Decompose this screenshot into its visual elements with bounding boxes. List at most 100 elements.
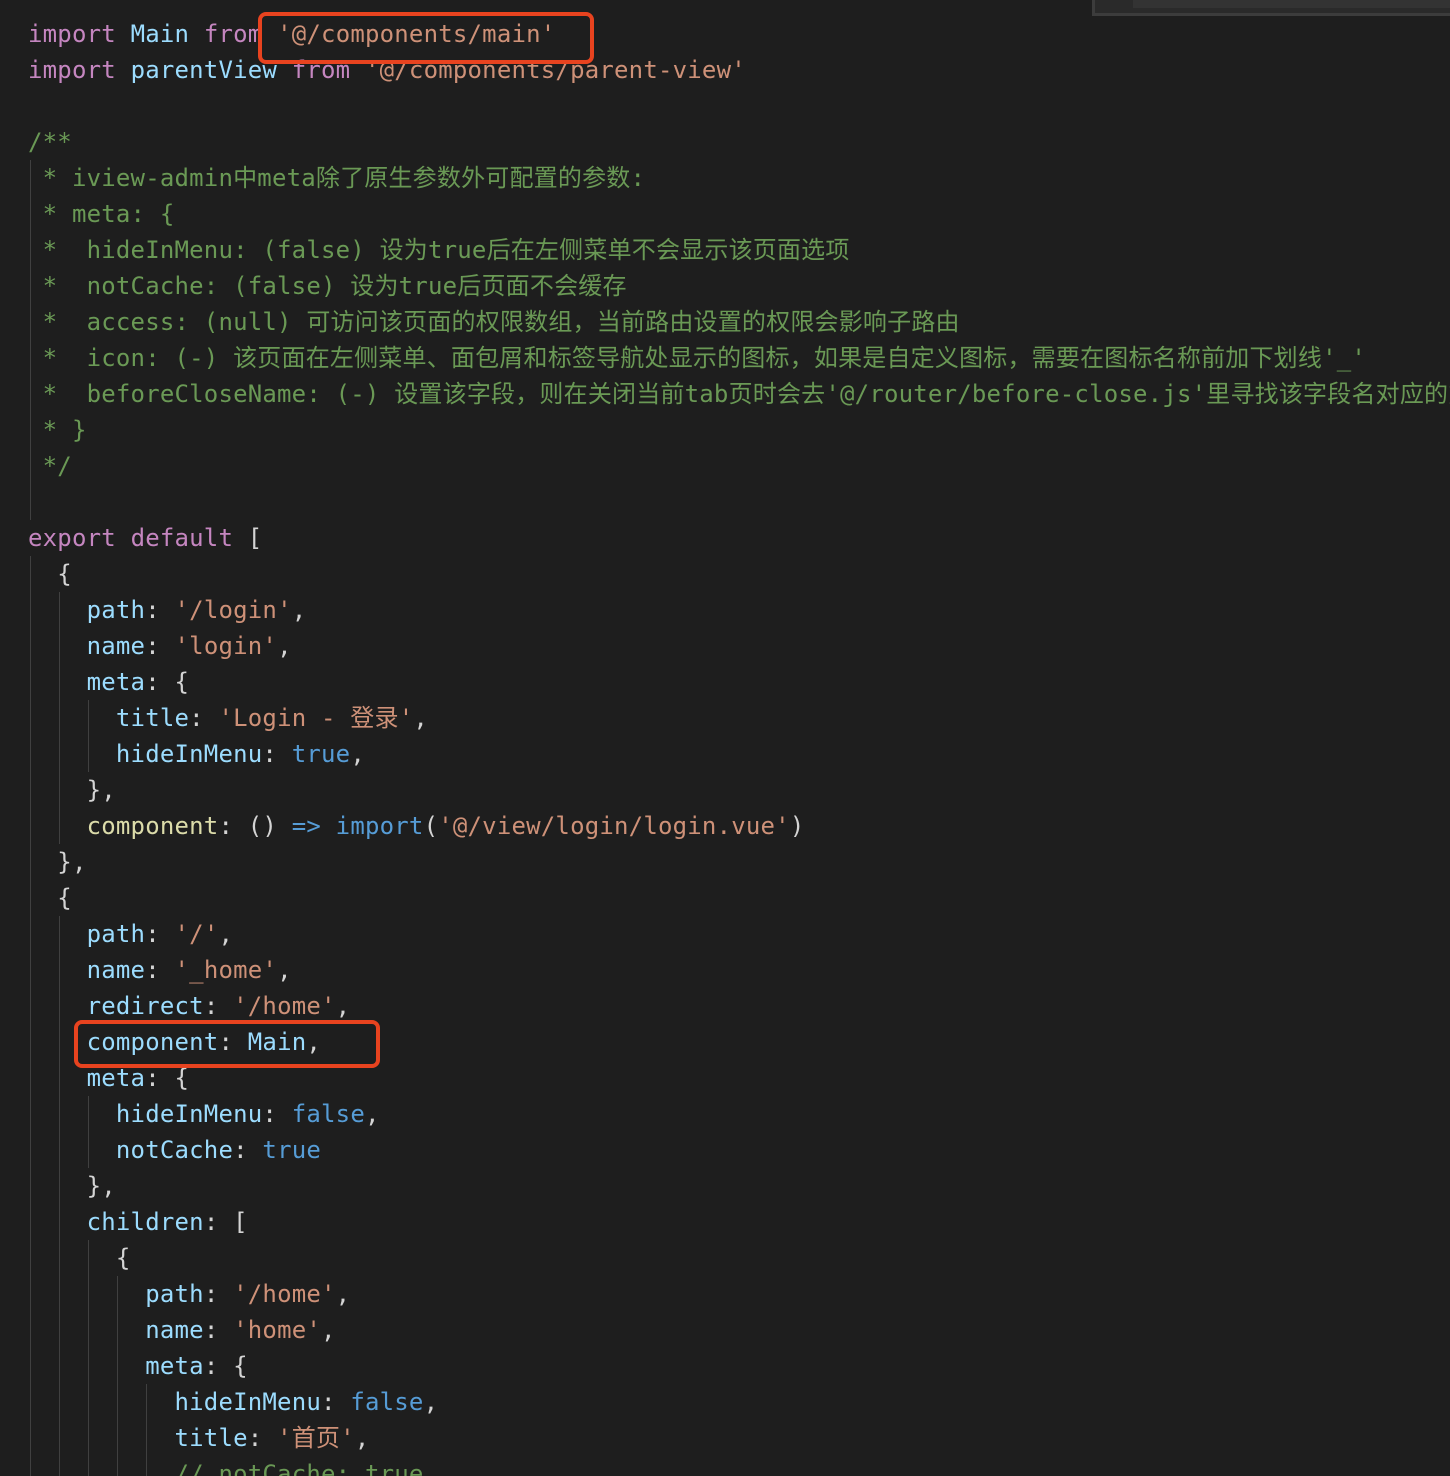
- indent-guide: [30, 268, 31, 304]
- code-line[interactable]: title: '首页',: [0, 1420, 1450, 1456]
- code-line[interactable]: * access: (null) 可访问该页面的权限数组，当前路由设置的权限会影…: [0, 304, 1450, 340]
- code-line[interactable]: component: Main,: [0, 1024, 1450, 1060]
- code-token-plain: ): [789, 812, 805, 840]
- code-line[interactable]: import Main from '@/components/main': [0, 16, 1450, 52]
- code-line[interactable]: {: [0, 880, 1450, 916]
- code-token-plain: {: [28, 560, 72, 588]
- code-token-prop: name: [86, 632, 146, 660]
- code-line[interactable]: component: () => import('@/view/login/lo…: [0, 808, 1450, 844]
- code-token-plain: ,: [277, 956, 292, 984]
- code-line[interactable]: * }: [0, 412, 1450, 448]
- code-line[interactable]: meta: {: [0, 1348, 1450, 1384]
- indent-guide: [30, 1096, 31, 1132]
- minimap-strip[interactable]: [1092, 0, 1450, 16]
- code-line[interactable]: meta: {: [0, 1060, 1450, 1096]
- indent-guide: [87, 700, 89, 736]
- code-editor[interactable]: import Main from '@/components/main' impo…: [0, 0, 1450, 1476]
- code-token-kw: default: [130, 524, 234, 552]
- code-line[interactable]: * notCache: (false) 设为true后页面不会缓存: [0, 268, 1450, 304]
- code-line[interactable]: * icon: (-) 该页面在左侧菜单、面包屑和标签导航处显示的图标，如果是自…: [0, 340, 1450, 376]
- indent-guide: [30, 1312, 31, 1348]
- indent-guide: [58, 664, 60, 700]
- code-line[interactable]: {: [0, 556, 1450, 592]
- code-line[interactable]: children: [: [0, 1204, 1450, 1240]
- code-line[interactable]: name: 'home',: [0, 1312, 1450, 1348]
- code-token-plain: ,: [423, 1388, 439, 1416]
- indent-guide: [30, 196, 31, 232]
- code-line[interactable]: hideInMenu: true,: [0, 736, 1450, 772]
- code-line[interactable]: [0, 484, 1450, 520]
- code-line[interactable]: hideInMenu: false,: [0, 1096, 1450, 1132]
- code-line[interactable]: },: [0, 1168, 1450, 1204]
- code-token-plain: ,: [364, 1100, 380, 1128]
- indent-guide: [30, 880, 31, 916]
- code-token-plain: ,: [277, 632, 292, 660]
- code-token-cm: // notCache: true: [174, 1460, 424, 1476]
- code-line[interactable]: {: [0, 1240, 1450, 1276]
- code-line[interactable]: * iview-admin中meta除了原生参数外可配置的参数:: [0, 160, 1450, 196]
- code-line[interactable]: // notCache: true: [0, 1456, 1450, 1476]
- indent-guide: [87, 1348, 89, 1384]
- indent-guide: [58, 1060, 60, 1096]
- code-token-cm: * access: (null) 可访问该页面的权限数组，当前路由设置的权限会影…: [28, 308, 960, 336]
- indent-guide: [87, 1096, 89, 1132]
- code-line[interactable]: },: [0, 772, 1450, 808]
- code-line[interactable]: */: [0, 448, 1450, 484]
- code-line[interactable]: path: '/home',: [0, 1276, 1450, 1312]
- code-line[interactable]: },: [0, 844, 1450, 880]
- code-token-plain: {: [28, 1244, 131, 1272]
- code-line[interactable]: meta: {: [0, 664, 1450, 700]
- code-token-prop: hideInMenu: [115, 1100, 263, 1128]
- code-token-plain: ,: [350, 740, 365, 768]
- indent-guide: [58, 1096, 60, 1132]
- code-token-plain: ,: [218, 920, 234, 948]
- code-token-str: '/login': [174, 596, 292, 624]
- code-token-prop: meta: [86, 668, 146, 696]
- minimap-slider[interactable]: [1133, 0, 1450, 8]
- code-line[interactable]: hideInMenu: false,: [0, 1384, 1450, 1420]
- indent-guide: [116, 1456, 118, 1476]
- code-token-plain: ,: [321, 1316, 336, 1344]
- indent-guide: [30, 700, 31, 736]
- code-line[interactable]: * meta: {: [0, 196, 1450, 232]
- code-lines: import Main from '@/components/main' impo…: [0, 16, 1450, 1476]
- indent-guide: [145, 1384, 147, 1420]
- code-line[interactable]: notCache: true: [0, 1132, 1450, 1168]
- code-token-plain: :: [189, 704, 219, 732]
- indent-guide: [145, 1456, 147, 1476]
- code-line[interactable]: name: 'login',: [0, 628, 1450, 664]
- indent-guide: [30, 772, 31, 808]
- indent-guide: [30, 1204, 31, 1240]
- code-line[interactable]: [0, 88, 1450, 124]
- code-token-cm: * }: [28, 416, 87, 444]
- code-token-plain: :: [145, 596, 175, 624]
- code-token-cm: * hideInMenu: (false) 设为true后在左侧菜单不会显示该页…: [28, 236, 850, 264]
- code-token-kw: import: [28, 20, 116, 48]
- code-line[interactable]: export default [: [0, 520, 1450, 556]
- code-token-plain: :: [145, 920, 175, 948]
- code-token-plain: : {: [145, 1064, 190, 1092]
- code-line[interactable]: * hideInMenu: (false) 设为true后在左侧菜单不会显示该页…: [0, 232, 1450, 268]
- code-token-prop: children: [86, 1208, 204, 1236]
- code-line[interactable]: name: '_home',: [0, 952, 1450, 988]
- code-line[interactable]: import parentView from '@/components/par…: [0, 52, 1450, 88]
- indent-guide: [58, 628, 60, 664]
- indent-guide: [58, 1276, 60, 1312]
- code-line[interactable]: title: 'Login - 登录',: [0, 700, 1450, 736]
- code-line[interactable]: path: '/login',: [0, 592, 1450, 628]
- code-token-cm: */: [28, 452, 72, 480]
- code-line[interactable]: * beforeCloseName: (-) 设置该字段，则在关闭当前tab页时…: [0, 376, 1450, 412]
- code-token-prop: path: [145, 1280, 204, 1308]
- code-line[interactable]: redirect: '/home',: [0, 988, 1450, 1024]
- code-token-bool: true: [291, 740, 351, 768]
- code-line[interactable]: /**: [0, 124, 1450, 160]
- code-line[interactable]: path: '/',: [0, 916, 1450, 952]
- code-token-plain: :: [145, 956, 175, 984]
